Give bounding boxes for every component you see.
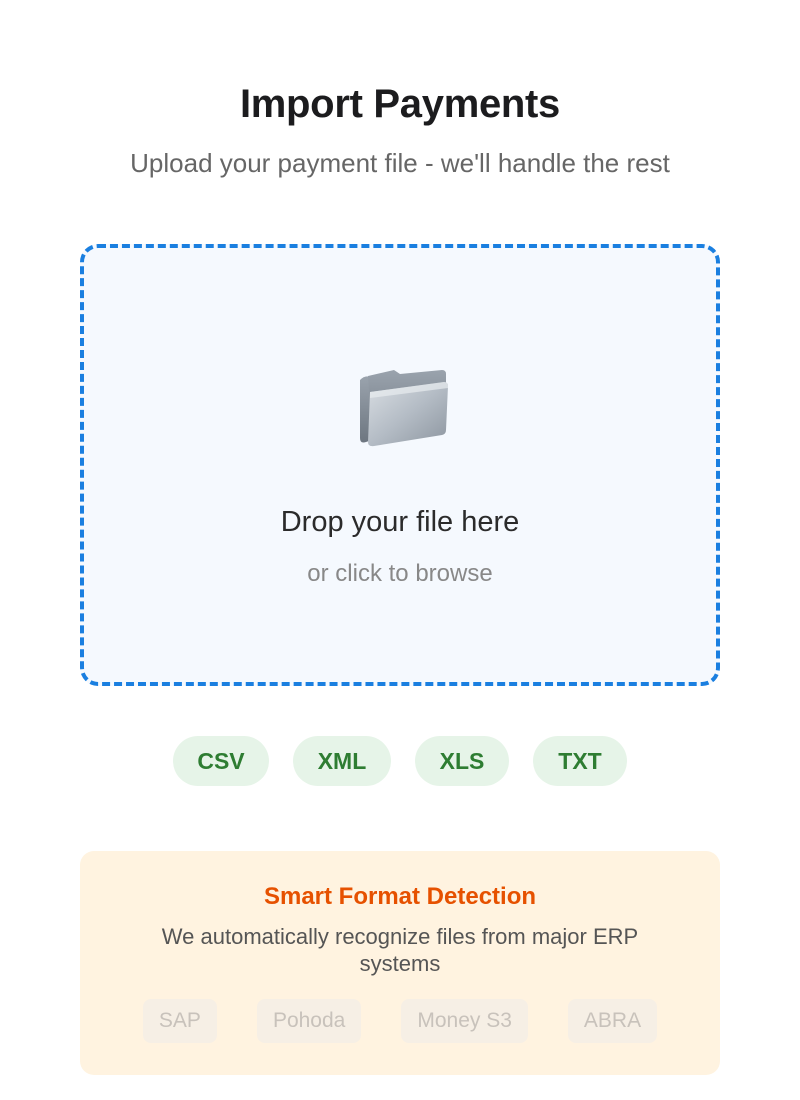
format-badge-txt: TXT [533,736,627,786]
page-subtitle: Upload your payment file - we'll handle … [130,148,670,178]
format-badge-xml: XML [293,736,391,786]
smart-detection-card: Smart Format Detection We automatically … [80,851,720,1075]
erp-badge-abra: ABRA [567,999,658,1043]
format-badge-csv: CSV [173,736,269,786]
detection-title: Smart Format Detection [263,883,537,910]
format-badge-xls: XLS [415,736,509,786]
dropzone-title: Drop your file here [280,506,520,538]
import-payments-page: Import Payments Upload your payment file… [0,0,800,1100]
file-dropzone[interactable]: Drop your file here or click to browse [80,244,720,686]
page-title: Import Payments [239,82,561,126]
detection-description: We automatically recognize files from ma… [161,924,639,976]
supported-formats: CSV XML XLS TXT [0,736,800,786]
browse-link[interactable]: or click to browse [84,560,716,588]
erp-badge-sap: SAP [142,999,217,1043]
folder-icon [354,358,450,454]
erp-badge-money-s3: Money S3 [401,999,528,1043]
erp-badge-pohoda: Pohoda [256,999,362,1043]
erp-list: SAP Pohoda Money S3 ABRA [80,999,720,1043]
